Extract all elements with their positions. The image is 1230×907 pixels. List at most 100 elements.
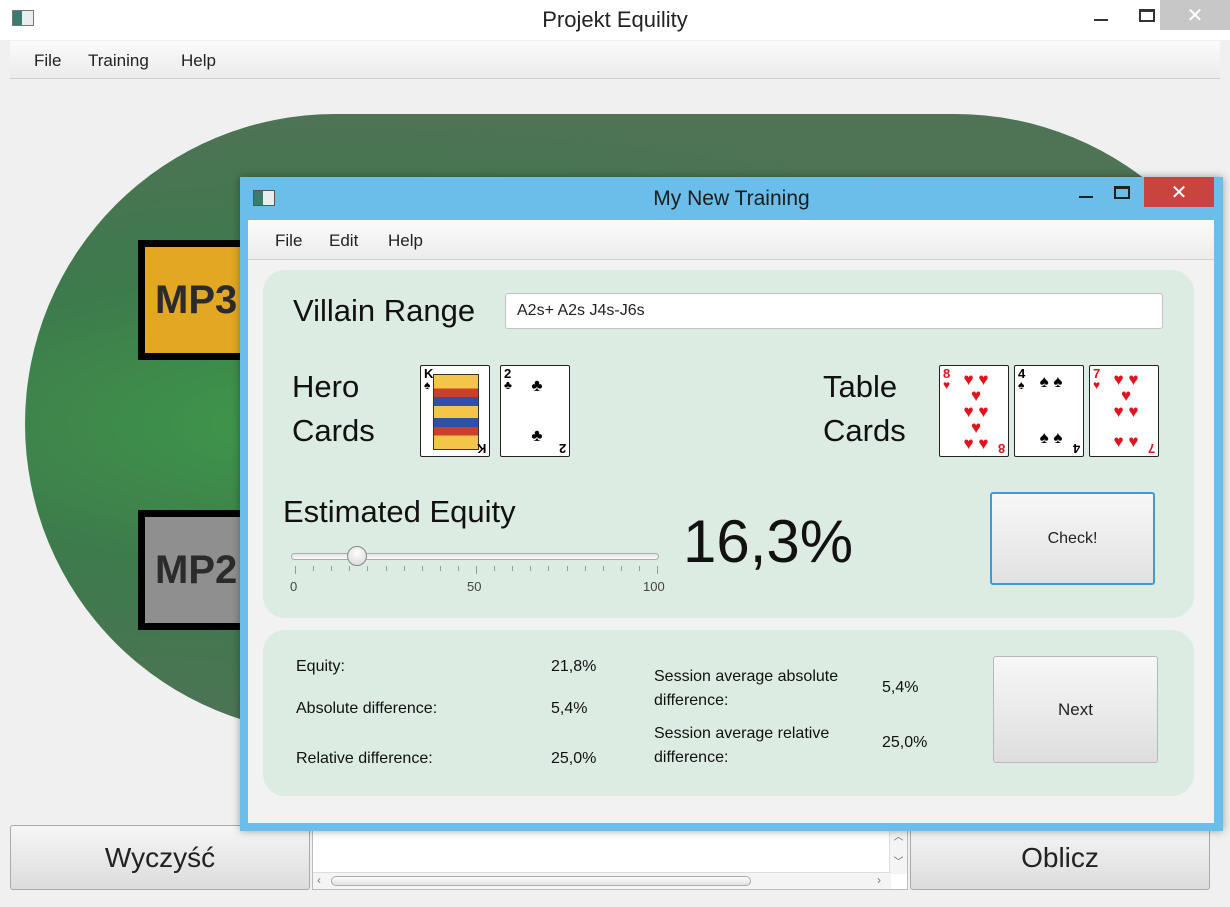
absolute-difference-label: Absolute difference: — [296, 700, 438, 717]
spade-icon: ♠ — [1018, 378, 1025, 392]
card-rank: 7 — [1147, 441, 1155, 456]
estimated-equity-label: Estimated Equity — [283, 494, 516, 529]
chevron-down-icon[interactable]: ﹀ — [890, 853, 907, 868]
hero-card-2[interactable]: 2 ♣ ♣ ♣ 2 — [500, 365, 570, 457]
slider-tick — [403, 566, 405, 571]
equity-slider-thumb[interactable] — [346, 546, 367, 566]
menu-help[interactable]: Help — [181, 51, 216, 71]
seat-label: MP3 — [155, 277, 238, 322]
slider-tick — [530, 566, 532, 571]
session-abs-diff-label-line1: Session average absolute — [654, 668, 839, 685]
slider-tick — [602, 566, 604, 571]
slider-tick — [421, 566, 423, 571]
slider-min-label: 0 — [290, 579, 298, 594]
results-panel: Equity: 21,8% Absolute difference: 5,4% … — [263, 630, 1194, 796]
relative-difference-value: 25,0% — [551, 750, 597, 767]
hero-cards-label-line1: Hero — [292, 369, 360, 404]
main-menubar: File Training Help — [10, 41, 1220, 79]
dialog-menu-file[interactable]: File — [275, 231, 302, 251]
equity-label: Equity: — [296, 658, 345, 675]
slider-tick — [349, 566, 351, 571]
slider-tick — [385, 566, 387, 571]
dialog-close-button[interactable]: ✕ — [1144, 177, 1214, 207]
dialog-menu-help[interactable]: Help — [388, 231, 423, 251]
minimize-button[interactable] — [1078, 0, 1124, 30]
heart-icon: ♥ ♥ — [1113, 432, 1139, 451]
minimize-icon — [1094, 19, 1108, 21]
slider-tick — [476, 566, 477, 574]
absolute-difference-value: 5,4% — [551, 700, 588, 717]
club-icon: ♣ — [531, 376, 543, 395]
calculate-button[interactable]: Oblicz — [910, 825, 1210, 890]
session-abs-diff-value: 5,4% — [882, 679, 919, 696]
dialog-body: File Edit Help Villain Range Hero Cards … — [248, 220, 1214, 823]
main-window-title: Projekt Equility — [542, 7, 688, 32]
spade-icon: ♠ ♠ — [1039, 372, 1063, 391]
training-dialog: My New Training ✕ File Edit Help Villain… — [240, 177, 1223, 831]
heart-icon: ♥ ♥ — [963, 434, 989, 453]
close-icon: ✕ — [1170, 181, 1188, 204]
card-rank: K — [476, 441, 486, 456]
dialog-menu-edit[interactable]: Edit — [329, 231, 358, 251]
slider-tick — [494, 566, 496, 571]
card-pips: ♥ ♥ ♥ ♥ ♥ ♥ ♥ — [1104, 371, 1148, 452]
dialog-titlebar: My New Training ✕ — [240, 177, 1223, 219]
table-card-2[interactable]: 4 ♠ ♠ ♠ ♠ ♠ 4 — [1014, 365, 1084, 457]
spade-icon: ♠ — [424, 378, 431, 392]
slider-tick — [566, 566, 568, 571]
check-button[interactable]: Check! — [990, 492, 1155, 585]
menu-file[interactable]: File — [34, 51, 61, 71]
estimated-equity-value: 16,3% — [683, 508, 854, 575]
next-button[interactable]: Next — [993, 656, 1158, 763]
hero-card-1[interactable]: K ♠ K — [420, 365, 490, 457]
slider-mid-label: 50 — [467, 579, 482, 594]
table-card-3[interactable]: 7 ♥ ♥ ♥ ♥ ♥ ♥ ♥ ♥ 7 — [1089, 365, 1159, 457]
slider-tick — [331, 566, 333, 571]
dialog-maximize-button[interactable] — [1102, 177, 1142, 207]
card-pips: ♠ ♠ ♠ ♠ — [1029, 372, 1073, 452]
clear-button[interactable]: Wyczyść — [10, 825, 310, 890]
scrollbar-thumb[interactable] — [331, 876, 751, 886]
session-rel-diff-label-line2: difference: — [654, 749, 729, 766]
table-cards-label-line2: Cards — [823, 413, 906, 448]
session-rel-diff-label-line1: Session average relative — [654, 725, 830, 742]
minimize-icon — [1079, 196, 1093, 198]
slider-tick — [620, 566, 622, 571]
output-textarea[interactable]: ︿ ﹀ ‹ › — [312, 825, 908, 890]
menu-training[interactable]: Training — [88, 51, 149, 71]
hero-cards-label-line2: Cards — [292, 413, 375, 448]
heart-icon: ♥ — [1093, 378, 1101, 392]
villain-range-input[interactable] — [505, 293, 1163, 329]
spade-icon: ♠ ♠ — [1039, 428, 1063, 447]
club-icon: ♣ — [504, 378, 512, 392]
session-rel-diff-value: 25,0% — [882, 734, 928, 751]
slider-tick — [657, 566, 658, 574]
slider-tick — [512, 566, 514, 571]
maximize-icon — [1114, 185, 1130, 199]
main-titlebar: Projekt Equility ✕ — [0, 0, 1230, 40]
vertical-scrollbar[interactable]: ︿ ﹀ — [889, 826, 907, 874]
slider-tick — [457, 566, 459, 571]
relative-difference-label: Relative difference: — [296, 750, 433, 767]
slider-tick — [295, 566, 296, 574]
card-rank: 2 — [558, 441, 566, 456]
close-icon: ✕ — [1186, 4, 1204, 27]
chevron-left-icon[interactable]: ‹ — [317, 873, 321, 887]
slider-tick — [367, 566, 369, 571]
maximize-icon — [1139, 8, 1155, 22]
card-pips: ♣ ♣ — [515, 372, 559, 452]
session-abs-diff-label-line2: difference: — [654, 692, 729, 709]
king-face-icon — [433, 374, 479, 450]
heart-icon: ♥ ♥ — [1113, 402, 1139, 421]
slider-tick — [584, 566, 586, 571]
dialog-minimize-button[interactable] — [1066, 177, 1106, 207]
table-card-1[interactable]: 8 ♥ ♥ ♥ ♥ ♥ ♥ ♥ ♥ ♥ 8 — [939, 365, 1009, 457]
chevron-right-icon[interactable]: › — [877, 873, 881, 887]
card-pips: ♥ ♥ ♥ ♥ ♥ ♥ ♥ ♥ — [954, 371, 998, 453]
slider-tick — [548, 566, 550, 571]
close-button[interactable]: ✕ — [1160, 0, 1230, 30]
card-rank: 8 — [997, 441, 1005, 456]
dialog-menubar: File Edit Help — [248, 220, 1214, 260]
table-cards-label-line1: Table — [823, 369, 898, 404]
horizontal-scrollbar[interactable]: ‹ › — [313, 872, 891, 889]
